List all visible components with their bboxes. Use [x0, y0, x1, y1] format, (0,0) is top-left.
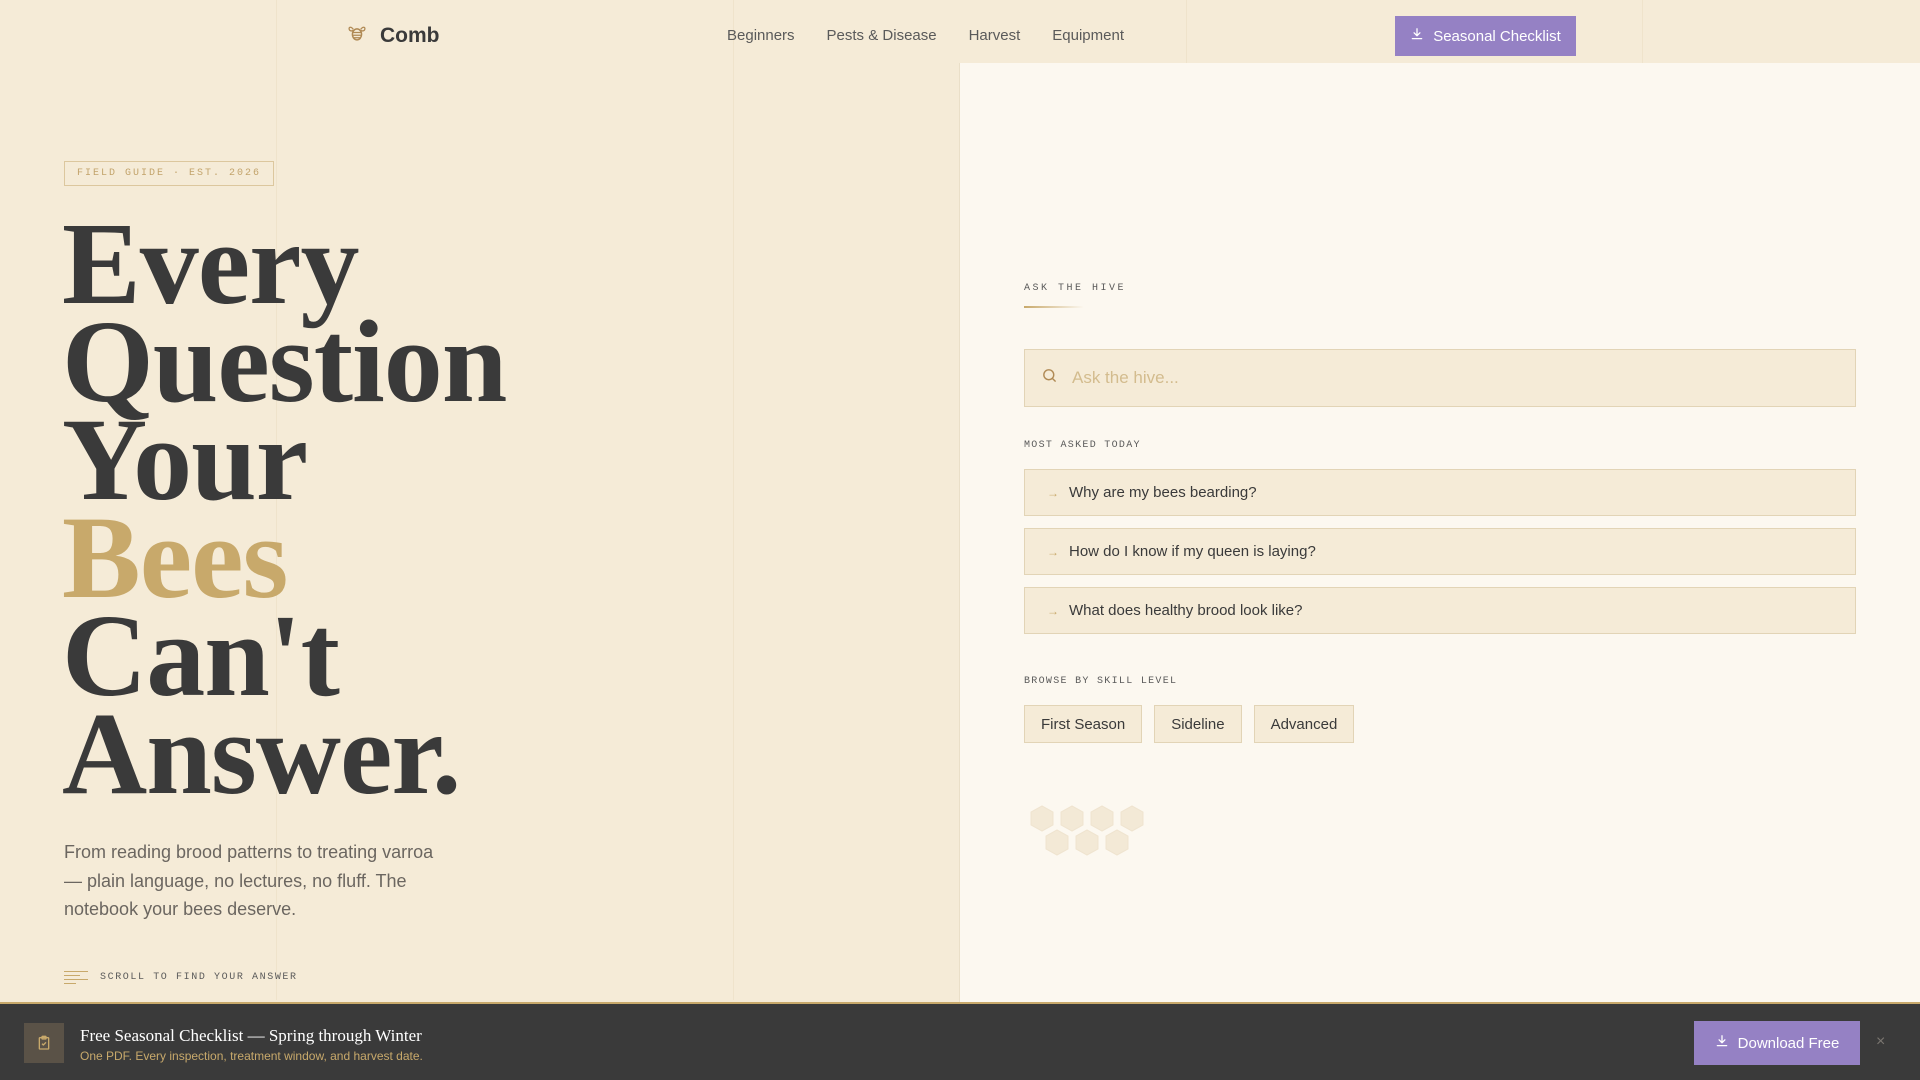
seasonal-checklist-label: Seasonal Checklist [1433, 27, 1561, 45]
hero-lede: From reading brood patterns to treating … [64, 842, 434, 919]
search-input[interactable] [1072, 368, 1832, 388]
close-icon[interactable]: × [1876, 1033, 1885, 1051]
download-free-label: Download Free [1737, 1034, 1840, 1052]
arrow-right-icon: → [1047, 485, 1059, 500]
question-list: → Why are my bees bearding? → How do I k… [1024, 469, 1856, 634]
panel-eyebrow: ASK THE HIVE [1024, 283, 1127, 294]
site-header: Comb Beginners Pests & Disease Harvest E… [0, 0, 1920, 63]
skill-chips: First Season Sideline Advanced [1024, 705, 1355, 743]
question-text: Why are my bees bearding? [1069, 484, 1257, 501]
hero-headline: Every Question Your Bees Can't Answer. [62, 205, 507, 819]
logo-text: Comb [380, 23, 440, 47]
download-icon [1410, 27, 1424, 45]
seasonal-checklist-button[interactable]: Seasonal Checklist [1395, 16, 1576, 56]
nav-item-pests-disease[interactable]: Pests & Disease [827, 27, 937, 44]
nav-item-equipment[interactable]: Equipment [1052, 27, 1124, 44]
banner-subtitle: One PDF. Every inspection, treatment win… [80, 1049, 423, 1063]
logo[interactable]: Comb [346, 22, 440, 49]
headline-line: Answer. [62, 688, 461, 819]
most-asked-label: MOST ASKED TODAY [1024, 440, 1141, 451]
clipboard-icon [24, 1023, 64, 1063]
nav-item-harvest[interactable]: Harvest [969, 27, 1021, 44]
download-free-button[interactable]: Download Free [1694, 1021, 1860, 1065]
download-icon [1715, 1034, 1729, 1052]
guide-line [733, 0, 734, 1000]
question-item[interactable]: → What does healthy brood look like? [1024, 587, 1856, 634]
ask-the-hive-panel: ASK THE HIVE MOST ASKED TODAY → Why are … [959, 63, 1920, 1002]
honeycomb-decoration [1030, 805, 1160, 880]
scroll-cue-label: SCROLL TO FIND YOUR ANSWER [100, 972, 298, 983]
banner-title: Free Seasonal Checklist — Spring through… [80, 1026, 422, 1045]
arrow-right-icon: → [1047, 544, 1059, 559]
skill-chip-advanced[interactable]: Advanced [1253, 705, 1355, 743]
skill-level-label: BROWSE BY SKILL LEVEL [1024, 676, 1178, 687]
search-box[interactable] [1024, 349, 1856, 407]
question-text: What does healthy brood look like? [1069, 602, 1303, 619]
bee-logo-icon [346, 22, 368, 49]
arrow-right-icon: → [1047, 603, 1059, 618]
nav-item-beginners[interactable]: Beginners [727, 27, 795, 44]
skill-chip-sideline[interactable]: Sideline [1154, 705, 1242, 743]
search-icon [1041, 367, 1058, 389]
question-item[interactable]: → Why are my bees bearding? [1024, 469, 1856, 516]
eyebrow-rule [1024, 306, 1084, 308]
skill-chip-first-season[interactable]: First Season [1024, 705, 1143, 743]
question-text: How do I know if my queen is laying? [1069, 543, 1316, 560]
checklist-banner: Free Seasonal Checklist — Spring through… [0, 1002, 1920, 1080]
main-nav: Beginners Pests & Disease Harvest Equipm… [727, 27, 1124, 44]
question-item[interactable]: → How do I know if my queen is laying? [1024, 528, 1856, 575]
scroll-lines-icon [64, 971, 88, 984]
scroll-cue[interactable]: SCROLL TO FIND YOUR ANSWER [64, 971, 298, 984]
field-guide-badge: FIELD GUIDE · EST. 2026 [64, 161, 275, 186]
